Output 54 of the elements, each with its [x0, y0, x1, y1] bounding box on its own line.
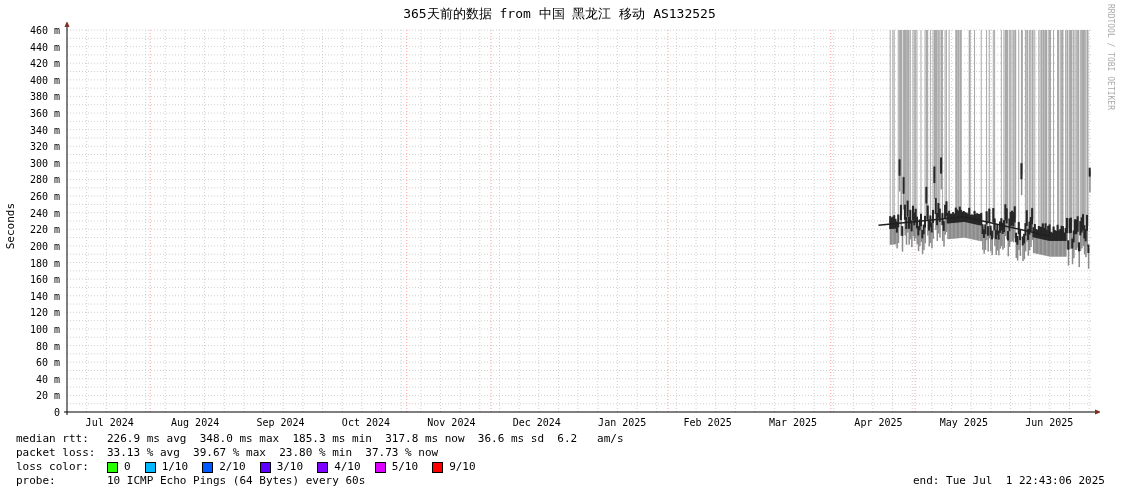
- legend-text: 33.13 % avg 39.67 % max 23.80 % min 37.73 % now: [107, 446, 439, 460]
- x-tick-label: Feb 2025: [683, 417, 732, 428]
- x-tick-label: May 2025: [939, 417, 988, 428]
- x-tick-label: Oct 2024: [341, 417, 391, 428]
- y-tick-label: 440 m: [29, 41, 60, 53]
- legend-text: 1/10: [161, 460, 189, 474]
- legend-label: median rtt:: [16, 432, 90, 446]
- x-tick-label: Mar 2025: [768, 417, 818, 428]
- legend-label: loss color:: [16, 460, 90, 474]
- legend-text: 226.9 ms avg 348.0 ms max 185.3 ms min 317.8 ms now 36.6 ms sd 6.2 am/s: [107, 432, 624, 446]
- watermark-text: RRDTOOL / TOBI OETIKER: [1106, 4, 1115, 110]
- legend-text: 10 ICMP Echo Pings (64 Bytes) every 60s: [107, 474, 366, 488]
- x-tick-label: Dec 2024: [512, 417, 561, 428]
- y-tick-label: 300 m: [29, 157, 60, 169]
- x-tick-label: Apr 2025: [854, 417, 903, 428]
- legend-text: 5/10: [391, 460, 419, 474]
- legend-label: probe:: [16, 474, 57, 488]
- y-tick-label: 100 m: [29, 323, 60, 335]
- y-tick-label: 160 m: [29, 274, 60, 286]
- x-tick-label: Sep 2024: [256, 417, 305, 428]
- legend-text: 0: [124, 460, 131, 474]
- y-tick-label: 0: [53, 407, 60, 418]
- y-tick-label: 400 m: [29, 74, 60, 86]
- y-tick-label: 360 m: [29, 108, 60, 120]
- y-tick-label: 240 m: [29, 207, 60, 219]
- y-tick-label: 140 m: [29, 290, 60, 302]
- y-tick-label: 220 m: [29, 224, 60, 236]
- x-tick-label: Jan 2025: [598, 417, 647, 428]
- x-tick-label: Nov 2024: [427, 417, 476, 428]
- y-tick-label: 40 m: [35, 373, 60, 385]
- legend-text: 9/10: [449, 460, 476, 474]
- y-tick-label: 420 m: [29, 58, 60, 70]
- y-tick-label: 60 m: [35, 357, 60, 369]
- y-tick-label: 320 m: [29, 141, 60, 153]
- end-time-text: end: Tue Jul 1 22:43:06 2025: [912, 474, 1105, 488]
- y-tick-label: 80 m: [35, 340, 60, 352]
- y-tick-label: 460 m: [29, 25, 60, 36]
- y-tick-label: 200 m: [29, 240, 60, 252]
- y-tick-label: 380 m: [29, 91, 60, 103]
- y-tick-label: 180 m: [29, 257, 60, 269]
- x-tick-label: Jun 2025: [1025, 417, 1074, 428]
- x-tick-label: Aug 2024: [171, 417, 220, 428]
- legend-text: 2/10: [219, 460, 246, 474]
- x-tick-label: Jul 2024: [85, 417, 134, 428]
- y-axis-label: Seconds: [3, 202, 17, 250]
- y-tick-label: 340 m: [29, 124, 60, 136]
- y-tick-label: 260 m: [29, 191, 60, 203]
- y-tick-label: 280 m: [29, 174, 60, 186]
- y-tick-label: 20 m: [35, 390, 60, 402]
- y-tick-label: 120 m: [29, 307, 60, 319]
- chart-title: 365天前的数据 from 中国 黑龙江 移动 AS132525: [403, 6, 716, 22]
- legend-text: 3/10: [276, 460, 304, 474]
- legend-text: 4/10: [334, 460, 361, 474]
- legend-label: packet loss:: [16, 446, 97, 460]
